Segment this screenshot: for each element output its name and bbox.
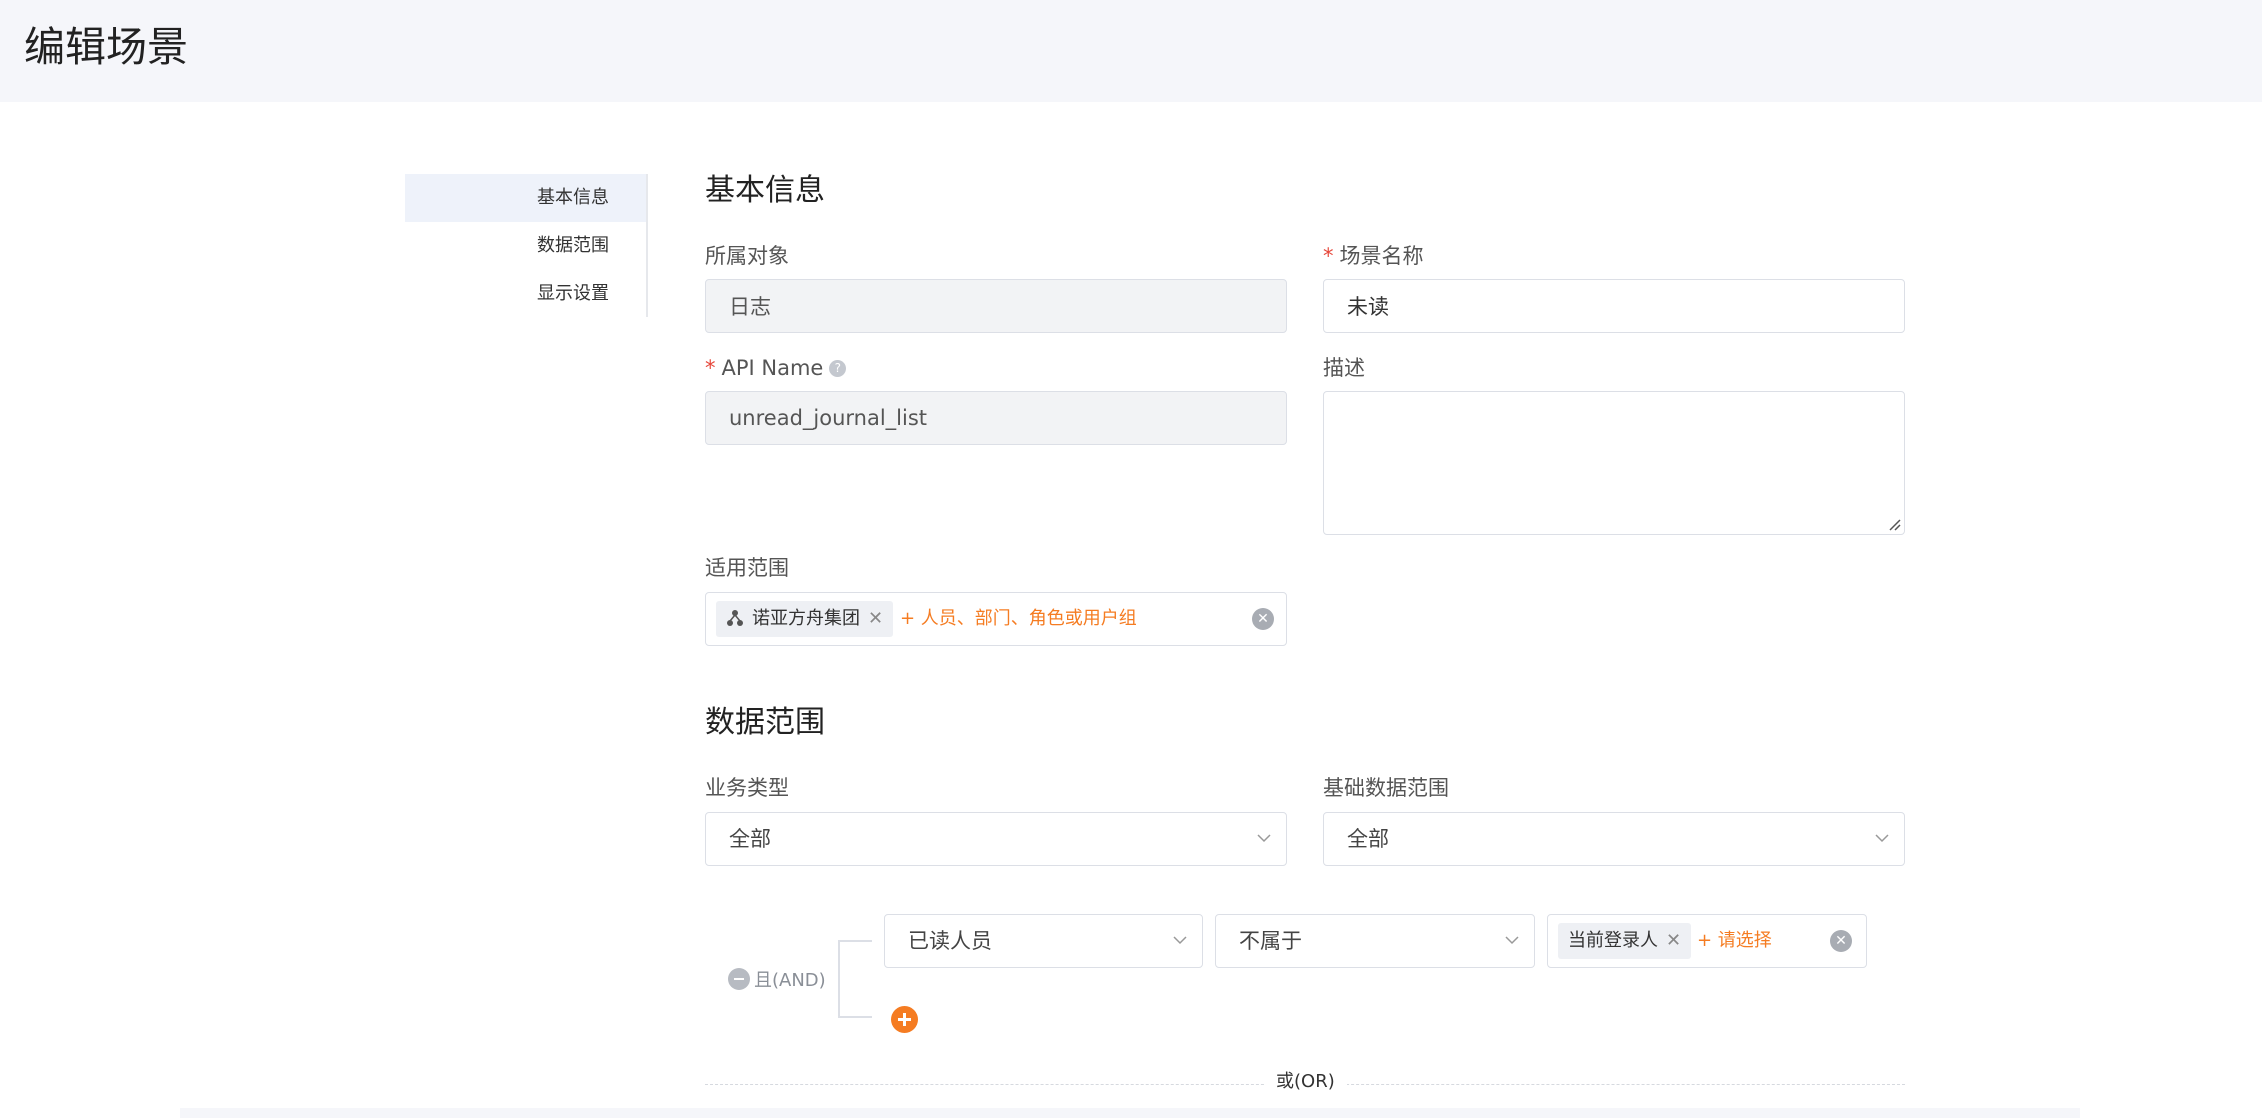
scope-chip: 诺亚方舟集团 ✕ bbox=[716, 601, 894, 637]
api-name-field bbox=[705, 391, 1287, 445]
business-type-label: 业务类型 bbox=[705, 776, 789, 800]
chip-remove-icon[interactable]: ✕ bbox=[868, 608, 883, 629]
and-group-toggle[interactable]: 且(AND) bbox=[728, 966, 826, 992]
api-name-label: * API Name? bbox=[705, 354, 847, 382]
condition-field-select[interactable]: 已读人员 bbox=[884, 914, 1203, 968]
chip-remove-icon[interactable]: ✕ bbox=[1666, 930, 1681, 951]
condition-bracket bbox=[838, 940, 872, 1018]
or-label[interactable]: 或(OR) bbox=[1264, 1069, 1347, 1095]
page-title: 编辑场景 bbox=[24, 23, 188, 71]
bottom-edge bbox=[180, 1108, 2080, 1118]
section-nav: 基本信息 数据范围 显示设置 bbox=[405, 174, 648, 317]
required-mark: * bbox=[705, 356, 716, 380]
description-textarea[interactable] bbox=[1324, 392, 1904, 534]
scope-chip-label: 诺亚方舟集团 bbox=[752, 608, 860, 629]
resize-handle-icon[interactable] bbox=[1887, 517, 1901, 531]
api-name-input bbox=[706, 392, 1286, 444]
required-mark: * bbox=[1323, 244, 1334, 268]
condition-value-field[interactable]: 当前登录人 ✕ + 请选择 ✕ bbox=[1547, 914, 1867, 968]
nav-item-basic-info[interactable]: 基本信息 bbox=[405, 174, 646, 222]
nav-item-data-range[interactable]: 数据范围 bbox=[405, 222, 646, 270]
scene-name-input[interactable] bbox=[1324, 280, 1904, 332]
condition-field-value: 已读人员 bbox=[908, 929, 992, 953]
and-label: 且(AND) bbox=[754, 970, 826, 991]
chevron-down-icon bbox=[1257, 834, 1271, 843]
condition-value-chip: 当前登录人 ✕ bbox=[1558, 923, 1692, 959]
object-field bbox=[705, 279, 1287, 333]
chevron-down-icon bbox=[1505, 936, 1519, 945]
clear-icon[interactable]: ✕ bbox=[1830, 930, 1852, 952]
base-range-label: 基础数据范围 bbox=[1323, 776, 1449, 800]
org-tree-icon bbox=[727, 610, 743, 626]
condition-value-chip-label: 当前登录人 bbox=[1568, 930, 1658, 951]
scene-name-label-text: 场景名称 bbox=[1339, 244, 1424, 268]
object-input bbox=[706, 280, 1286, 332]
add-condition-icon[interactable] bbox=[891, 1006, 918, 1033]
question-circle-icon[interactable]: ? bbox=[829, 360, 847, 377]
scene-name-label: * 场景名称 bbox=[1323, 242, 1424, 270]
base-range-value: 全部 bbox=[1347, 827, 1389, 851]
condition-operator-select[interactable]: 不属于 bbox=[1215, 914, 1535, 968]
page-header: 编辑场景 bbox=[0, 0, 2262, 102]
business-type-select[interactable]: 全部 bbox=[705, 812, 1287, 866]
object-label: 所属对象 bbox=[705, 244, 789, 268]
description-field[interactable] bbox=[1323, 391, 1905, 535]
chevron-down-icon bbox=[1173, 936, 1187, 945]
minus-circle-icon[interactable] bbox=[728, 968, 750, 990]
description-label: 描述 bbox=[1323, 356, 1365, 380]
section-title-data-range: 数据范围 bbox=[705, 705, 825, 740]
base-range-select[interactable]: 全部 bbox=[1323, 812, 1905, 866]
business-type-value: 全部 bbox=[729, 827, 771, 851]
condition-add-link[interactable]: + 请选择 bbox=[1697, 923, 1772, 959]
api-name-label-text: API Name bbox=[721, 356, 824, 380]
scene-name-field[interactable] bbox=[1323, 279, 1905, 333]
section-title-basic-info: 基本信息 bbox=[705, 173, 825, 208]
clear-icon[interactable]: ✕ bbox=[1252, 608, 1274, 630]
scope-add-link[interactable]: + 人员、部门、角色或用户组 bbox=[900, 601, 1137, 637]
scope-label: 适用范围 bbox=[705, 556, 789, 580]
condition-operator-value: 不属于 bbox=[1239, 929, 1302, 953]
chevron-down-icon bbox=[1875, 834, 1889, 843]
scope-field[interactable]: 诺亚方舟集团 ✕ + 人员、部门、角色或用户组 ✕ bbox=[705, 592, 1287, 646]
nav-item-display-settings[interactable]: 显示设置 bbox=[405, 270, 646, 318]
